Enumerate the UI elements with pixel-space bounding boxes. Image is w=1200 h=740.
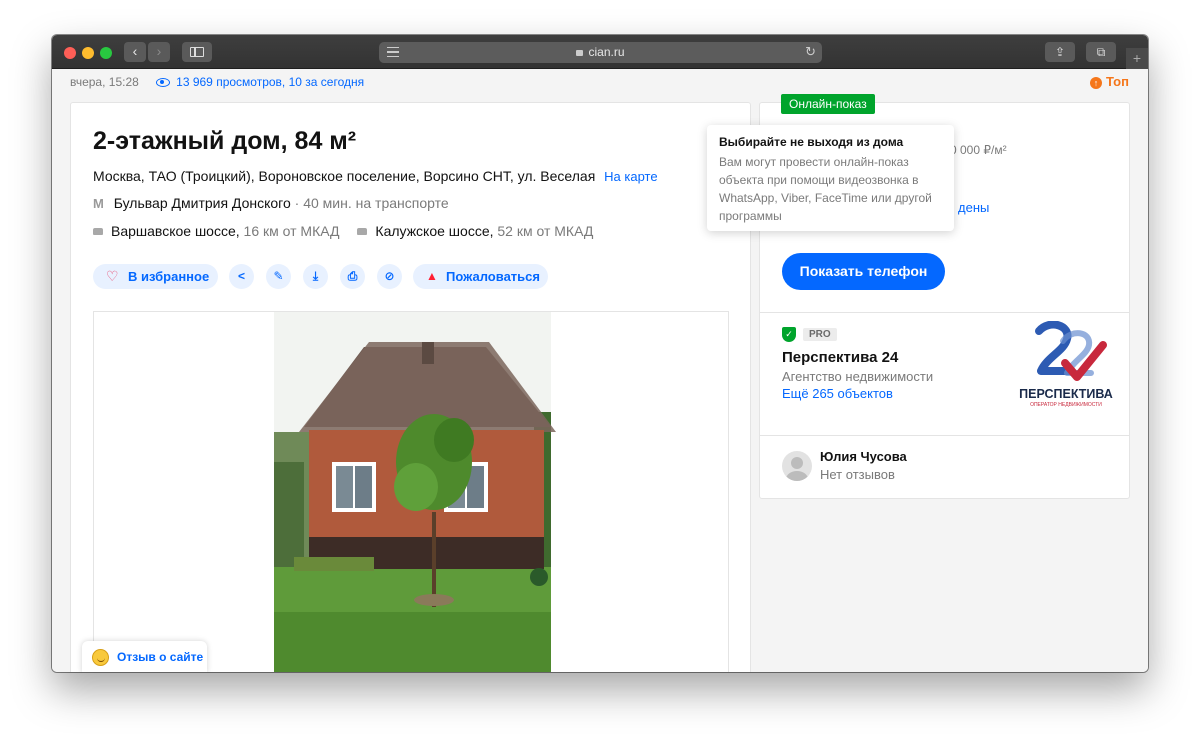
close-window-button[interactable] [64, 47, 76, 59]
show-phone-button[interactable]: Показать телефон [782, 253, 945, 290]
map-link[interactable]: На карте [604, 169, 657, 184]
eye-off-icon: ⊘ [384, 269, 395, 283]
verified-shield-icon: ✓ [782, 327, 796, 342]
car-icon [93, 228, 103, 235]
heart-icon: ♡ [106, 268, 119, 284]
chevron-left-icon: ‹ [132, 43, 138, 59]
highway-name: Варшавское шоссе, [111, 223, 240, 239]
add-to-favorites-button[interactable]: ♡ В избранное [93, 264, 218, 289]
chevron-right-icon: › [156, 43, 162, 59]
feedback-label: Отзыв о сайте [117, 650, 204, 664]
back-button[interactable]: ‹ [124, 42, 146, 62]
tooltip-title: Выбирайте не выходя из дома [719, 135, 904, 149]
metro-info: М Бульвар Дмитрия Донского · 40 мин. на … [93, 195, 449, 211]
agency-logo[interactable]: ПЕРСПЕКТИВА ОПЕРАТОР НЕДВИЖИМОСТИ [1019, 321, 1114, 416]
share-button[interactable]: ⇪ [1045, 42, 1075, 62]
agency-name[interactable]: Перспектива 24 [782, 349, 898, 366]
forward-button[interactable]: › [148, 42, 170, 62]
views-text: 13 969 просмотров, 10 за сегодня [176, 75, 365, 89]
share-listing-button[interactable]: < [229, 264, 254, 289]
listing-address: Москва, ТАО (Троицкий), Вороновское посе… [93, 168, 658, 184]
lock-icon [576, 50, 584, 56]
page-content: вчера, 15:28 13 969 просмотров, 10 за се… [52, 69, 1148, 672]
top-label: Топ [1106, 74, 1129, 89]
reload-icon[interactable]: ↻ [805, 44, 816, 60]
fullscreen-window-button[interactable] [100, 47, 112, 59]
print-button[interactable]: ⎙ [340, 264, 365, 289]
price-per-meter: 0 000 ₽/м² [950, 143, 1007, 157]
listing-card: 2-этажный дом, 84 м² Москва, ТАО (Троицк… [70, 102, 751, 672]
house-photo [274, 312, 556, 672]
minimize-window-button[interactable] [82, 47, 94, 59]
arrow-up-icon: ↑ [1090, 77, 1102, 89]
share-icon: ⇪ [1054, 45, 1066, 59]
printer-icon: ⎙ [347, 269, 358, 283]
highway-name: Калужское шоссе, [375, 223, 494, 239]
metro-travel-time: 40 мин. на транспорте [303, 195, 449, 211]
eye-icon [156, 78, 171, 87]
agent-reviews: Нет отзывов [820, 467, 895, 482]
agency-logo-text: ПЕРСПЕКТИВА [1019, 387, 1113, 401]
address-text: Москва, ТАО (Троицкий), Вороновское посе… [93, 168, 596, 184]
report-button[interactable]: ▲ Пожаловаться [413, 264, 548, 289]
agency-more-listings-link[interactable]: Ещё 265 объектов [782, 386, 893, 401]
edit-note-button[interactable]: ✎ [266, 264, 291, 289]
site-feedback-button[interactable]: Отзыв о сайте [82, 641, 207, 672]
highway-item: Калужское шоссе, 52 км от МКАД [357, 223, 593, 239]
tabs-overview-button[interactable]: ⧉ [1086, 42, 1116, 62]
favorites-label: В избранное [128, 269, 210, 284]
sidebar-toggle-button[interactable] [182, 42, 212, 62]
hide-listing-button[interactable]: ⊘ [377, 264, 402, 289]
publish-date: вчера, 15:28 [70, 75, 139, 89]
pencil-icon: ✎ [273, 269, 284, 283]
online-showing-badge[interactable]: Онлайн-показ [781, 94, 875, 114]
report-label: Пожаловаться [446, 269, 540, 284]
highway-distance: 16 км от МКАД [243, 223, 340, 239]
download-icon: ⤓ [312, 269, 319, 283]
highway-distance: 52 км от МКАД [497, 223, 594, 239]
metro-separator: · [294, 195, 300, 211]
tabs-icon: ⧉ [1096, 45, 1106, 59]
highway-item: Варшавское шоссе, 16 км от МКАД [93, 223, 340, 239]
photo-gallery[interactable] [93, 311, 729, 672]
partially-hidden-link[interactable]: дены [958, 200, 989, 215]
car-icon [357, 228, 368, 235]
share-icon: < [237, 269, 245, 283]
pro-badge: PRO [803, 328, 837, 341]
agency-type: Агентство недвижимости [782, 369, 934, 384]
address-bar[interactable]: cian.ru ↻ [379, 42, 822, 63]
metro-icon: М [93, 196, 104, 211]
address-text: cian.ru [379, 45, 822, 59]
online-showing-tooltip: Выбирайте не выходя из дома Вам могут пр… [707, 125, 954, 231]
divider [760, 312, 1129, 313]
listing-meta: вчера, 15:28 13 969 просмотров, 10 за се… [70, 75, 364, 89]
highway-info: Варшавское шоссе, 16 км от МКАД Калужско… [93, 223, 607, 239]
page-title: 2-этажный дом, 84 м² [93, 127, 357, 155]
agent-name[interactable]: Юлия Чусова [820, 449, 907, 464]
warning-icon: ▲ [426, 269, 438, 283]
sidebar-icon [190, 47, 204, 57]
download-button[interactable]: ⤓ [303, 264, 328, 289]
agency-logo-subtext: ОПЕРАТОР НЕДВИЖИМОСТИ [1030, 402, 1102, 408]
avatar [782, 451, 812, 481]
top-link[interactable]: ↑ Топ [1090, 74, 1129, 89]
url-text: cian.ru [588, 45, 625, 59]
smile-icon [92, 649, 109, 666]
tooltip-body: Вам могут провести онлайн-показ объекта … [719, 155, 932, 223]
browser-window: ‹ › cian.ru ↻ ⇪ ⧉ + вчера, 15:28 13 969 … [52, 35, 1148, 672]
divider [760, 435, 1129, 436]
browser-titlebar: ‹ › cian.ru ↻ ⇪ ⧉ + [52, 35, 1148, 69]
metro-station[interactable]: Бульвар Дмитрия Донского [114, 195, 291, 211]
views-link[interactable]: 13 969 просмотров, 10 за сегодня [156, 75, 364, 89]
new-tab-button[interactable]: + [1126, 48, 1148, 69]
